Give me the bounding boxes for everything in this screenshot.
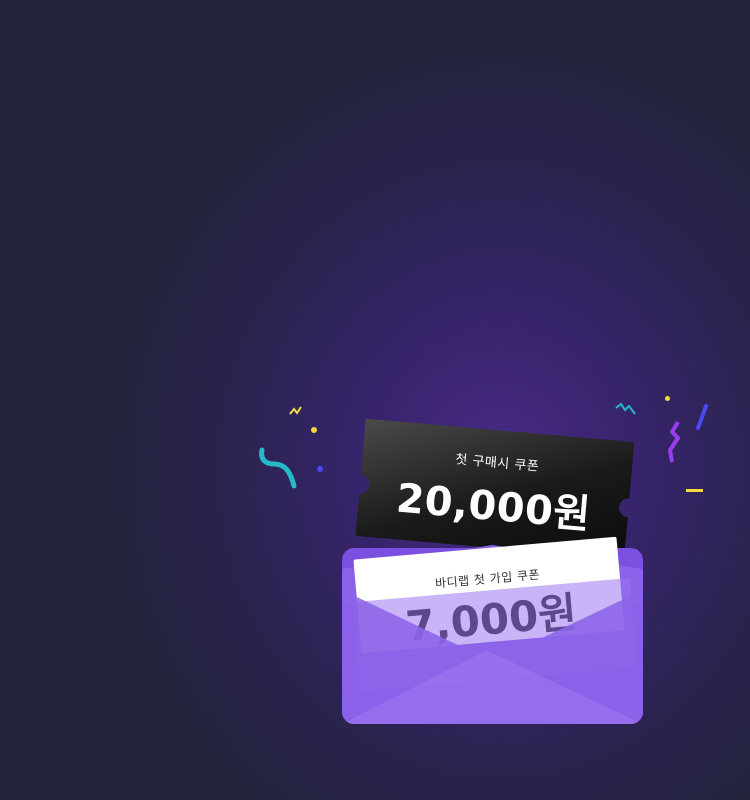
envelope-pocket [342,590,643,724]
confetti-squiggle-teal [615,402,636,415]
confetti-squiggle-yellow [289,406,302,415]
confetti-bar-yellow [686,489,703,492]
confetti-dot-yellow-right [665,396,670,401]
confetti-zigzag-purple [668,420,680,463]
confetti-dot-yellow [311,427,317,433]
confetti-dot-blue [317,466,323,472]
coupon-illustration: 첫 구매시 쿠폰 20,000원 바디랩 첫 가입 쿠폰 7,000원 [0,0,750,800]
confetti-stick-blue [696,404,708,430]
confetti-ribbon-teal [259,447,297,489]
